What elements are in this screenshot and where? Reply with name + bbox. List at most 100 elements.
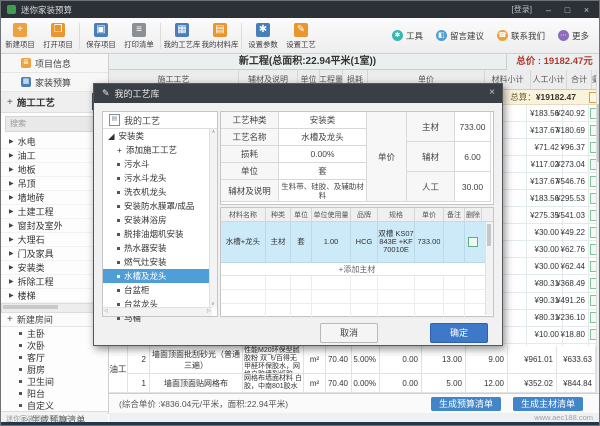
sidebar-new-room[interactable]: + 新建房间 bbox=[1, 313, 108, 327]
tree-item-污水斗龙头[interactable]: 污水斗龙头 bbox=[103, 171, 217, 185]
column-header-合计: 合计 bbox=[567, 70, 592, 89]
budget-row[interactable]: 2墙面顶面批刮砂光（普通三遍）性能M20环保型腻胶粉 双飞/百得无甲醛环保胶水，… bbox=[128, 346, 596, 374]
delete-icon[interactable] bbox=[468, 237, 478, 247]
tree-item-水槽及龙头[interactable]: 水槽及龙头 bbox=[103, 269, 217, 283]
tree-item-洗衣机龙头[interactable]: 洗衣机龙头 bbox=[103, 185, 217, 199]
tree-item-台盆柜[interactable]: 台盆柜 bbox=[103, 283, 217, 297]
sidebar-category-拆除工程[interactable]: ▶拆除工程 bbox=[1, 275, 108, 289]
craft-name-cell: 墙面顶面贴网格布 bbox=[150, 374, 243, 392]
main-vscrollbar[interactable] bbox=[596, 70, 600, 393]
add-material-row[interactable]: +添加主材 bbox=[221, 263, 493, 276]
toolbar-button-打开项目[interactable]: ❒打开项目 bbox=[39, 21, 77, 50]
sidebar-room-主卧[interactable]: 主卧 bbox=[1, 327, 108, 339]
materials-vscroll-thumb[interactable] bbox=[487, 224, 491, 246]
sidebar-category-楼梯[interactable]: ▶楼梯 bbox=[1, 289, 108, 303]
sidebar-room-客厅[interactable]: 客厅 bbox=[1, 351, 108, 363]
toolbar-button-保存项目[interactable]: ▣保存项目 bbox=[82, 21, 120, 50]
hscroll-thumb[interactable] bbox=[3, 305, 58, 309]
close-button[interactable]: × bbox=[578, 3, 595, 16]
sidebar-category-大理石[interactable]: ▶大理石 bbox=[1, 233, 108, 247]
sidebar-room-自定义[interactable]: 自定义 bbox=[1, 399, 108, 411]
tree-vscrollbar[interactable]: ∧∨ bbox=[209, 129, 217, 307]
gen-material-list-button[interactable]: 生成主材清单 bbox=[513, 397, 583, 411]
material-cell: HCG bbox=[351, 222, 378, 262]
empty-cell bbox=[291, 290, 312, 303]
materials-vscrollbar[interactable] bbox=[485, 222, 493, 315]
total-cell: ¥62.76 bbox=[563, 241, 589, 257]
craft-library-dialog: ✎ 我的工艺库 × ▤ 我的工艺 ◢ 安装类+添加施工工艺污水斗污水斗龙头洗衣机… bbox=[93, 83, 503, 346]
add-craft-icon[interactable]: + bbox=[7, 97, 13, 108]
materials-table-header: 材料名称种类单位单位使用量品牌规格单价备注删除 bbox=[221, 208, 493, 222]
sidebar-craft-header[interactable]: + 施工工艺 ✎ bbox=[1, 92, 108, 113]
sidebar-category-水电[interactable]: ▶水电 bbox=[1, 135, 108, 149]
bullet-icon bbox=[19, 368, 22, 371]
toolbar-button-更多[interactable]: ⋯更多 bbox=[558, 30, 589, 42]
gen-budget-list-button[interactable]: 生成预算清单 bbox=[431, 397, 501, 411]
toolbar-button-新建项目[interactable]: +新建项目 bbox=[1, 21, 39, 50]
sidebar-item-project-info[interactable]: ≣ 项目信息 bbox=[1, 54, 108, 73]
toolbar-button-设置参数[interactable]: ✱设置参数 bbox=[244, 21, 282, 50]
sidebar-room-阳台[interactable]: 阳台 bbox=[1, 387, 108, 399]
sidebar-category-地板[interactable]: ▶地板 bbox=[1, 163, 108, 177]
cancel-button[interactable]: 取消 bbox=[320, 323, 378, 343]
window-bottom-edge bbox=[1, 422, 600, 426]
tree-add-craft[interactable]: +添加施工工艺 bbox=[103, 143, 217, 157]
tree-item-燃气灶安装[interactable]: 燃气灶安装 bbox=[103, 255, 217, 269]
tree-item-安装淋浴房[interactable]: 安装淋浴房 bbox=[103, 213, 217, 227]
toolbar-button-联系我们[interactable]: ☎联系我们 bbox=[497, 30, 545, 42]
budget-row[interactable]: 1墙面顶面贴网格布网格布墙面材料 白胶，中南801胶水m²70.400.00%0… bbox=[128, 374, 596, 393]
materials-table: 材料名称种类单位单位使用量品牌规格单价备注删除 水槽+龙头主材套1.00HCG双… bbox=[220, 207, 494, 317]
login-button[interactable]: [登录] bbox=[512, 4, 532, 15]
toolbar-button-工具[interactable]: ✱工具 bbox=[392, 30, 423, 42]
sidebar-room-次卧[interactable]: 次卧 bbox=[1, 339, 108, 351]
scroll-right-icon[interactable]: ▷ bbox=[207, 308, 211, 316]
maximize-button[interactable]: □ bbox=[559, 3, 576, 16]
tree-item-污水斗[interactable]: 污水斗 bbox=[103, 157, 217, 171]
sidebar-category-墙地砖[interactable]: ▶墙地砖 bbox=[1, 191, 108, 205]
sidebar-category-安装类[interactable]: ▶安装类 bbox=[1, 261, 108, 275]
toolbar-button-我的材料库[interactable]: ▤我的材料库 bbox=[201, 21, 239, 50]
tree-item-脱排油烟机安装[interactable]: 脱排油烟机安装 bbox=[103, 227, 217, 241]
bullet-icon bbox=[117, 191, 120, 194]
sidebar-category-门及家具[interactable]: ▶门及家具 bbox=[1, 247, 108, 261]
sidebar-category-油工[interactable]: ▶油工 bbox=[1, 149, 108, 163]
sidebar-item-budget[interactable]: ▦ 家装预算 bbox=[1, 73, 108, 92]
tree-item-热水器安装[interactable]: 热水器安装 bbox=[103, 241, 217, 255]
tree-hscrollbar[interactable]: ◁▷ bbox=[103, 307, 212, 316]
sidebar-category-窗封及室外[interactable]: ▶窗封及室外 bbox=[1, 219, 108, 233]
toolbar-button-我的工艺库[interactable]: ▦我的工艺库 bbox=[163, 21, 201, 50]
delete-cell bbox=[465, 222, 481, 262]
sidebar-room-厨房[interactable]: 厨房 bbox=[1, 363, 108, 375]
chevron-right-icon: ▶ bbox=[9, 138, 14, 145]
tree-parent-安装类[interactable]: ◢ 安装类 bbox=[103, 129, 217, 143]
room-label: 自定义 bbox=[27, 399, 54, 412]
form-label-aux: 辅材及说明 bbox=[221, 180, 279, 202]
total-cell: ¥273.04 bbox=[563, 156, 589, 172]
sidebar-category-吊顶[interactable]: ▶吊顶 bbox=[1, 177, 108, 191]
toolbar-button-留言建议[interactable]: ◧留言建议 bbox=[436, 30, 484, 42]
chevron-right-icon: ▶ bbox=[9, 236, 14, 243]
scroll-left-icon[interactable]: ◁ bbox=[104, 308, 108, 316]
chevron-right-icon: ▶ bbox=[9, 292, 14, 299]
minimize-button[interactable]: – bbox=[540, 3, 557, 16]
empty-cell bbox=[465, 276, 481, 289]
labor-subtotal-cell: ¥844.84 bbox=[557, 374, 596, 392]
material-column-材料名称: 材料名称 bbox=[221, 208, 266, 221]
material-row[interactable]: 水槽+龙头主材套1.00HCG双槽 KS07843E +KF70010E733.… bbox=[221, 222, 493, 263]
dialog-pencil-icon: ✎ bbox=[102, 88, 110, 99]
toolbar-button-打印清单[interactable]: ≡打印清单 bbox=[120, 21, 158, 50]
sidebar-hscrollbar[interactable] bbox=[1, 303, 108, 313]
search-input[interactable]: 搜索 bbox=[5, 116, 104, 132]
total-cell: ¥236.10 bbox=[563, 310, 589, 326]
quantity-cell: 70.40 bbox=[326, 346, 352, 373]
website-link[interactable]: www.aec188.com bbox=[534, 413, 593, 422]
toolbar-button-设置工艺[interactable]: ✎设置工艺 bbox=[282, 21, 320, 50]
tree-item-安装防水膜罩/成品[interactable]: 安装防水膜罩/成品 bbox=[103, 199, 217, 213]
room-list: 主卧次卧客厅厨房卫生间阳台自定义 bbox=[1, 327, 108, 411]
sidebar-category-土建工程[interactable]: ▶土建工程 bbox=[1, 205, 108, 219]
sidebar-room-卫生间[interactable]: 卫生间 bbox=[1, 375, 108, 387]
ok-button[interactable]: 确定 bbox=[430, 323, 488, 343]
dialog-close-icon[interactable]: × bbox=[489, 87, 495, 98]
material-cell: 套 bbox=[291, 222, 312, 262]
form-value-name: 水槽及龙头 bbox=[279, 129, 367, 146]
